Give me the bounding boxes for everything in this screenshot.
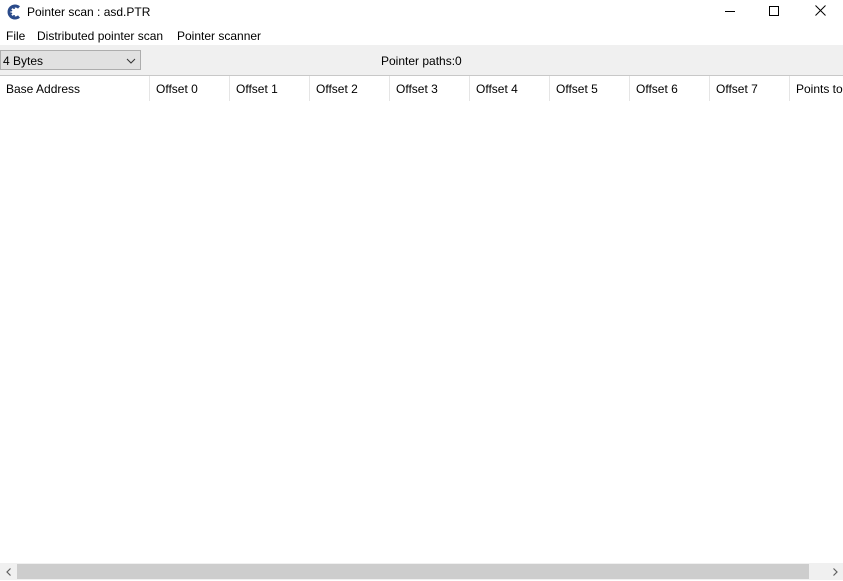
column-header-points-to[interactable]: Points to: [790, 76, 843, 101]
column-header-offset-7[interactable]: Offset 7: [710, 76, 790, 101]
pointer-scan-window: Pointer scan : asd.PTR File Distributed …: [0, 0, 843, 581]
chevron-left-icon: [5, 565, 13, 579]
column-header-offset-5[interactable]: Offset 5: [550, 76, 630, 101]
close-button[interactable]: [797, 0, 843, 24]
column-label: Offset 0: [156, 82, 198, 96]
column-header-offset-2[interactable]: Offset 2: [310, 76, 390, 101]
column-header-offset-3[interactable]: Offset 3: [390, 76, 470, 101]
scroll-right-button[interactable]: [826, 563, 843, 580]
chevron-right-icon: [831, 565, 839, 579]
minimize-icon: [725, 5, 735, 19]
column-label: Offset 7: [716, 82, 758, 96]
close-icon: [814, 5, 826, 19]
column-header-base-address[interactable]: Base Address: [0, 76, 150, 101]
column-label: Offset 6: [636, 82, 678, 96]
scroll-left-button[interactable]: [0, 563, 17, 580]
pointer-paths-count: Pointer paths:0: [381, 54, 462, 68]
column-label: Offset 2: [316, 82, 358, 96]
column-label: Offset 5: [556, 82, 598, 96]
menu-bar: File Distributed pointer scan Pointer sc…: [0, 28, 843, 45]
column-label: Base Address: [6, 82, 81, 96]
value-type-selected: 4 Bytes: [3, 54, 44, 68]
column-label: Offset 3: [396, 82, 438, 96]
toolbar: 4 Bytes Pointer paths:0: [0, 45, 843, 75]
maximize-icon: [769, 5, 779, 19]
chevron-down-icon: [126, 55, 136, 65]
column-label: Points to: [796, 82, 843, 96]
window-title: Pointer scan : asd.PTR: [27, 5, 151, 19]
column-header-offset-0[interactable]: Offset 0: [150, 76, 230, 101]
column-header-offset-4[interactable]: Offset 4: [470, 76, 550, 101]
column-label: Offset 4: [476, 82, 518, 96]
column-label: Offset 1: [236, 82, 278, 96]
menu-pointer-scanner[interactable]: Pointer scanner: [177, 29, 261, 43]
scroll-thumb[interactable]: [17, 564, 809, 579]
column-header-offset-6[interactable]: Offset 6: [630, 76, 710, 101]
maximize-button[interactable]: [751, 0, 797, 24]
cheat-engine-icon: [6, 4, 22, 20]
minimize-button[interactable]: [707, 0, 753, 24]
pointer-results-list[interactable]: Base Address Offset 0 Offset 1 Offset 2 …: [0, 75, 843, 581]
title-bar[interactable]: Pointer scan : asd.PTR: [0, 0, 843, 24]
column-header-offset-1[interactable]: Offset 1: [230, 76, 310, 101]
menu-distributed-pointer-scan[interactable]: Distributed pointer scan: [37, 29, 163, 43]
list-body[interactable]: [0, 101, 843, 564]
value-type-dropdown[interactable]: 4 Bytes: [0, 50, 141, 70]
horizontal-scrollbar[interactable]: [0, 563, 843, 580]
menu-file[interactable]: File: [6, 29, 25, 43]
column-header-row: Base Address Offset 0 Offset 1 Offset 2 …: [0, 76, 843, 101]
